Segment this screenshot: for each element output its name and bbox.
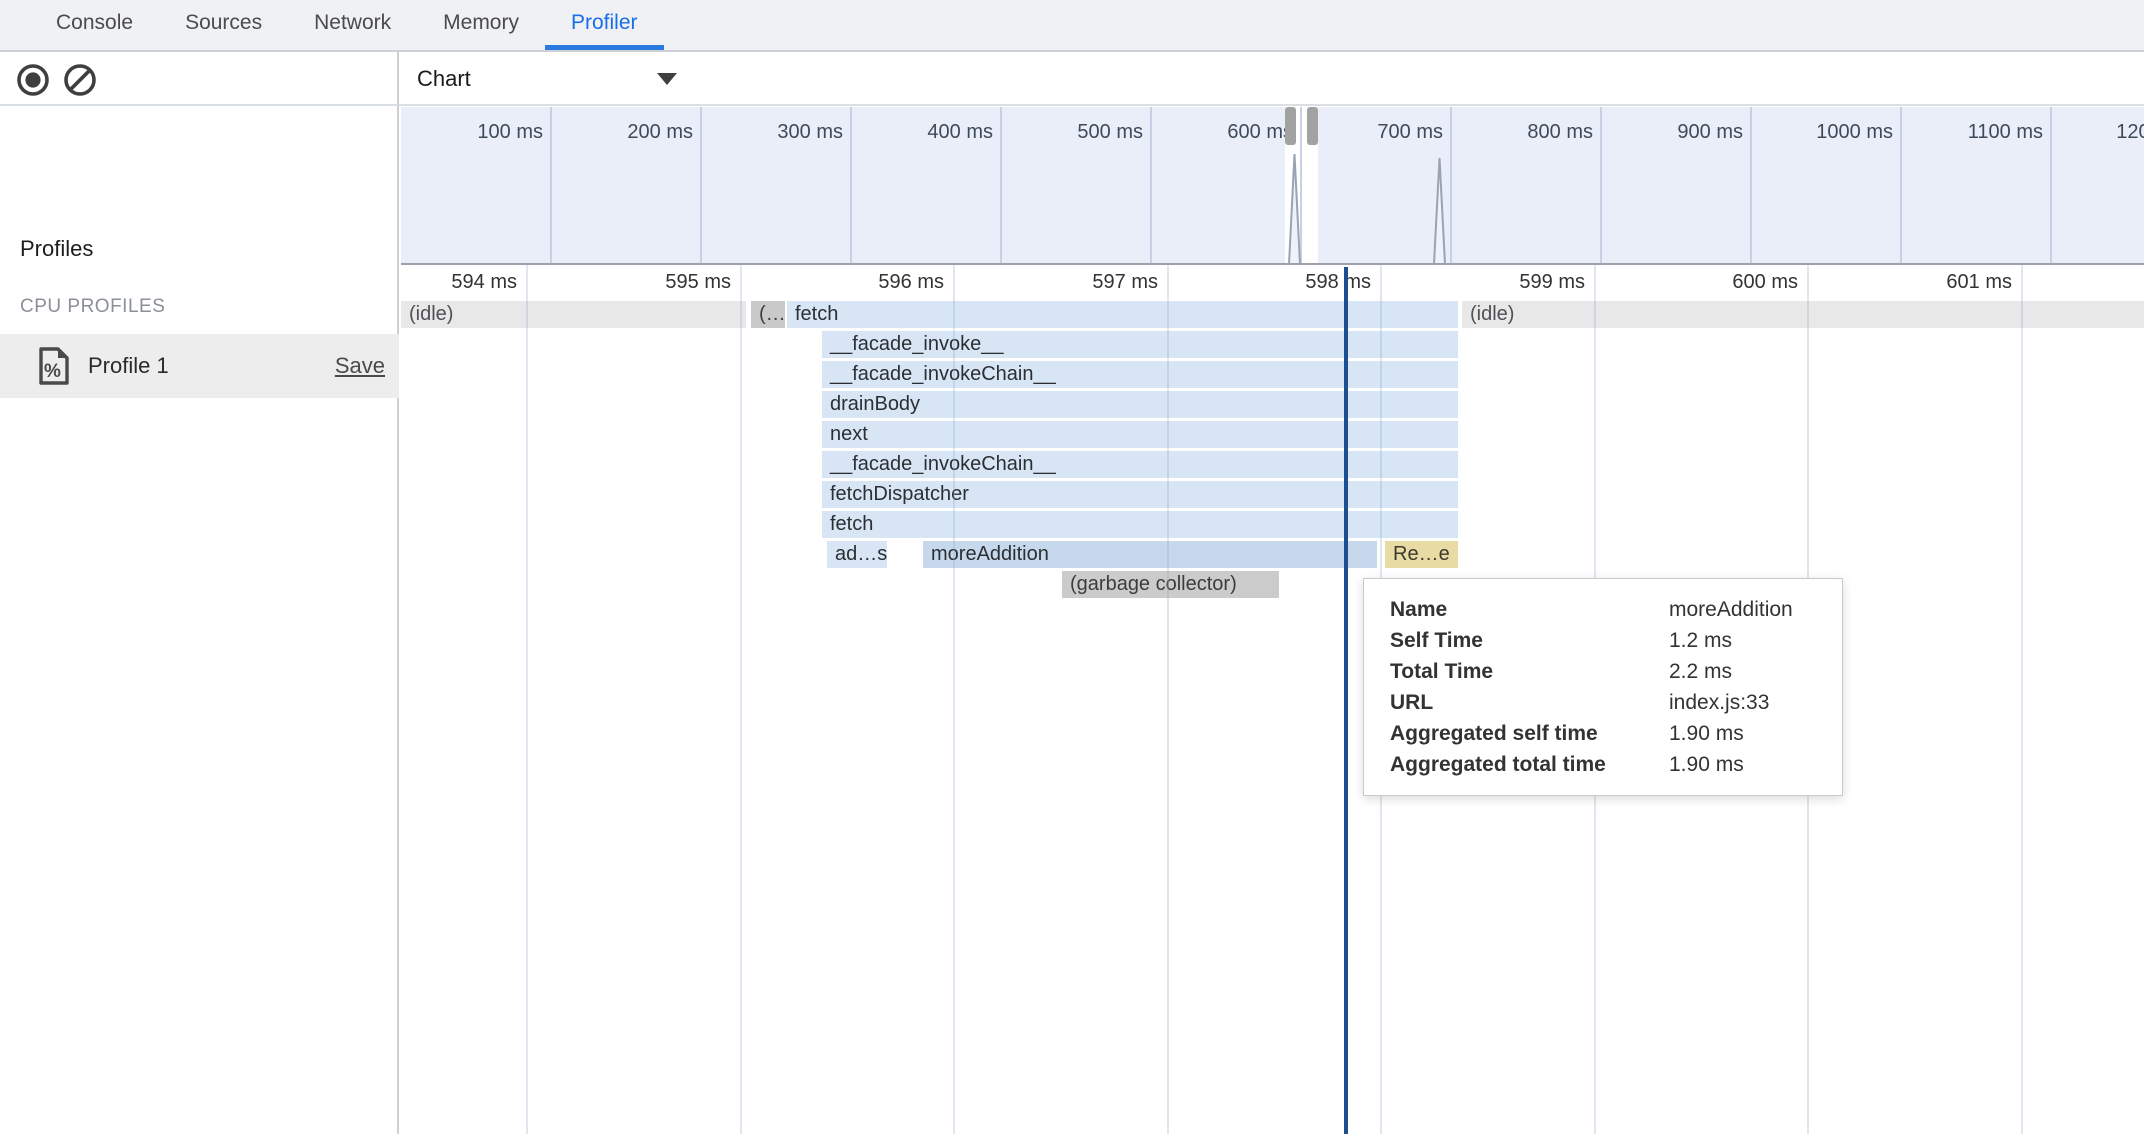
svg-text:%: % xyxy=(44,361,61,382)
chevron-down-icon xyxy=(657,73,677,85)
profile-document-icon: % xyxy=(36,346,72,386)
flame-bar-facade-invoke[interactable]: __facade_invoke__ xyxy=(822,331,1458,358)
tooltip-label: Aggregated total time xyxy=(1390,749,1669,780)
ruler-tick-label: 594 ms xyxy=(401,265,517,300)
tooltip-label: URL xyxy=(1390,687,1669,718)
flame-bar-regexp[interactable]: Re…e xyxy=(1385,541,1458,568)
tab-bar: Console Sources Network Memory Profiler xyxy=(0,0,2144,52)
ruler-tick-label: 600 ms xyxy=(1598,265,1798,300)
tooltip-value: index.js:33 xyxy=(1669,687,1822,718)
sidebar-item-profile-1[interactable]: % Profile 1 Save xyxy=(0,334,399,398)
flame-bar-idle[interactable]: (idle) xyxy=(401,301,746,328)
ruler-tick-label: 597 ms xyxy=(958,265,1158,300)
flame-bar-program[interactable]: (… xyxy=(751,301,785,328)
flame-bar-addnumbers[interactable]: ad…s xyxy=(827,541,887,568)
view-mode-value: Chart xyxy=(417,66,471,92)
devtools-profiler-panel: Console Sources Network Memory Profiler … xyxy=(0,0,2144,1134)
profiles-heading: Profiles xyxy=(20,236,93,262)
ruler-tick-label: 595 ms xyxy=(531,265,731,300)
tooltip-value: 1.90 ms xyxy=(1669,718,1822,749)
tooltip-value: moreAddition xyxy=(1669,594,1822,625)
cpu-profiles-section-label: CPU PROFILES xyxy=(20,296,165,318)
time-marker-line[interactable] xyxy=(1344,267,1348,1134)
overview-activity-graph xyxy=(401,107,2144,265)
record-icon[interactable] xyxy=(15,62,51,98)
ruler-tick-label: 598 ms xyxy=(1171,265,1371,300)
flame-bar-fetch[interactable]: fetch xyxy=(787,301,1458,328)
ruler-tick-label: 596 ms xyxy=(744,265,944,300)
profiles-sidebar: Profiles CPU PROFILES % Profile 1 Save xyxy=(0,106,399,1134)
frame-tooltip: Name moreAddition Self Time 1.2 ms Total… xyxy=(1363,578,1843,796)
flame-bar-garbage-collector[interactable]: (garbage collector) xyxy=(1062,571,1279,598)
tab-profiler[interactable]: Profiler xyxy=(545,0,664,50)
tooltip-label: Name xyxy=(1390,594,1669,625)
flame-bar-fetch[interactable]: fetch xyxy=(822,511,1458,538)
flame-bar-idle[interactable]: (idle) xyxy=(1462,301,2144,328)
view-toolbar: Chart xyxy=(399,52,2144,106)
flame-bar-drainbody[interactable]: drainBody xyxy=(822,391,1458,418)
flame-bar-fetchdispatcher[interactable]: fetchDispatcher xyxy=(822,481,1458,508)
ruler-tick-label: 599 ms xyxy=(1385,265,1585,300)
profile-name: Profile 1 xyxy=(88,353,169,379)
tab-console[interactable]: Console xyxy=(30,0,159,50)
clear-icon[interactable] xyxy=(62,62,98,98)
save-profile-link[interactable]: Save xyxy=(335,334,385,398)
tooltip-value: 1.90 ms xyxy=(1669,749,1822,780)
ruler-tick-label: 601 ms xyxy=(1812,265,2012,300)
tooltip-value: 1.2 ms xyxy=(1669,625,1822,656)
tooltip-value: 2.2 ms xyxy=(1669,656,1822,687)
timeline-overview[interactable]: 100 ms 200 ms 300 ms 400 ms 500 ms 600 m… xyxy=(401,107,2144,265)
flame-bar-facade-invokechain[interactable]: __facade_invokeChain__ xyxy=(822,361,1458,388)
view-mode-select[interactable]: Chart xyxy=(417,52,677,106)
tab-network[interactable]: Network xyxy=(288,0,417,50)
tooltip-label: Self Time xyxy=(1390,625,1669,656)
flame-bar-next[interactable]: next xyxy=(822,421,1458,448)
profiler-toolbar xyxy=(0,52,399,106)
timeline-ruler: 594 ms 595 ms 596 ms 597 ms 598 ms 599 m… xyxy=(401,265,2144,300)
tooltip-label: Total Time xyxy=(1390,656,1669,687)
flame-bar-moreaddition[interactable]: moreAddition xyxy=(923,541,1377,568)
tab-sources[interactable]: Sources xyxy=(159,0,288,50)
selection-right-handle[interactable] xyxy=(1307,107,1318,145)
tab-memory[interactable]: Memory xyxy=(417,0,545,50)
flame-chart[interactable]: (idle) (… fetch (idle) __facade_invoke__… xyxy=(401,300,2144,1134)
flame-bar-facade-invokechain[interactable]: __facade_invokeChain__ xyxy=(822,451,1458,478)
tooltip-label: Aggregated self time xyxy=(1390,718,1669,749)
selection-left-handle[interactable] xyxy=(1285,107,1296,145)
